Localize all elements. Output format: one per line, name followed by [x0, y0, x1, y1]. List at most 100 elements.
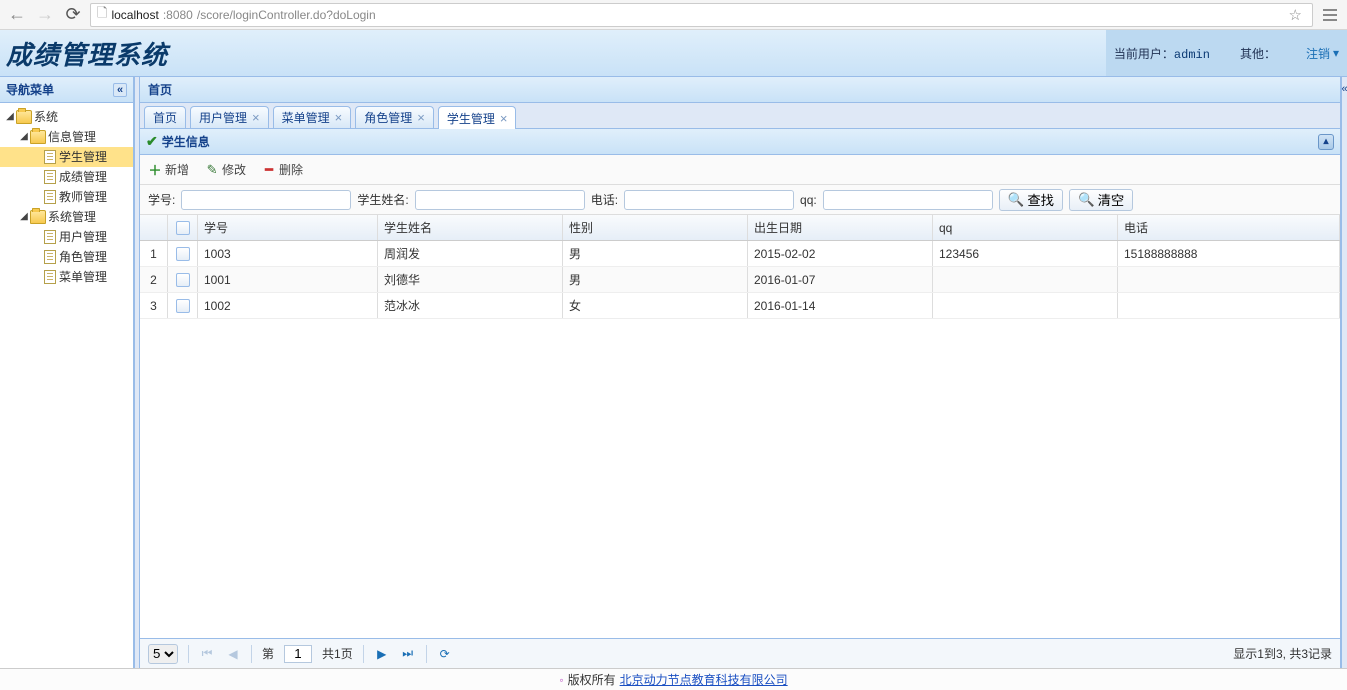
tab-menu-mgmt[interactable]: 菜单管理×	[273, 106, 352, 128]
tree-node-system[interactable]: ◢系统	[0, 107, 133, 127]
expand-icon[interactable]: ◢	[4, 107, 16, 127]
check-icon: ✔	[146, 133, 158, 150]
name-input[interactable]	[415, 190, 585, 210]
col-tel[interactable]: 电话	[1118, 215, 1340, 240]
first-page-button[interactable]: ⏮	[199, 646, 215, 662]
table-row[interactable]: 11003周润发男2015-02-0212345615188888888	[140, 241, 1340, 267]
expand-east-button[interactable]: «	[1341, 77, 1347, 668]
back-button[interactable]: ←	[6, 4, 28, 26]
checkbox-all[interactable]	[176, 221, 190, 235]
tab-student-mgmt[interactable]: 学生管理×	[438, 106, 517, 129]
col-birth[interactable]: 出生日期	[748, 215, 933, 240]
browser-toolbar: ← → ⟳ 🗋 localhost:8080/score/loginContro…	[0, 0, 1347, 30]
qq-input[interactable]	[823, 190, 993, 210]
refresh-button[interactable]: ⟳	[437, 646, 453, 662]
file-icon	[44, 170, 56, 184]
close-icon[interactable]: ×	[417, 110, 425, 125]
expand-icon[interactable]: ◢	[18, 127, 30, 147]
col-name[interactable]: 学生姓名	[378, 215, 563, 240]
page-label-prefix: 第	[262, 645, 274, 662]
toolbar: ＋新增 ✎修改 ━删除	[140, 155, 1340, 185]
tree-node-sys-mgmt[interactable]: ◢系统管理	[0, 207, 133, 227]
name-label: 学生姓名:	[357, 191, 408, 208]
sid-input[interactable]	[181, 190, 351, 210]
clear-button[interactable]: 🔍清空	[1069, 189, 1133, 211]
footer-link[interactable]: 北京动力节点教育科技有限公司	[620, 671, 788, 688]
table-row[interactable]: 31002范冰冰女2016-01-14	[140, 293, 1340, 319]
table-row[interactable]: 21001刘德华男2016-01-07	[140, 267, 1340, 293]
cell-checkbox[interactable]	[168, 293, 198, 318]
folder-icon	[16, 110, 32, 124]
logout-link[interactable]: 注销▾	[1306, 45, 1339, 62]
user-area: 当前用户：admin 其他： 注销▾	[1106, 30, 1347, 76]
main-header-title: 首页	[148, 81, 172, 98]
tree-node-score-mgmt[interactable]: 成绩管理	[0, 167, 133, 187]
col-sid[interactable]: 学号	[198, 215, 378, 240]
sidebar: 导航菜单 « ◢系统 ◢信息管理 学生管理 成绩管理 教师管理 ◢系统管理 用户…	[0, 77, 134, 668]
forward-button[interactable]: →	[34, 4, 56, 26]
tree-node-user-mgmt[interactable]: 用户管理	[0, 227, 133, 247]
tab-role-mgmt[interactable]: 角色管理×	[355, 106, 434, 128]
close-icon[interactable]: ×	[500, 111, 508, 126]
cell-name: 范冰冰	[378, 293, 563, 318]
folder-icon	[30, 210, 46, 224]
page-input[interactable]	[284, 645, 312, 663]
cell-tel	[1118, 267, 1340, 292]
cell-tel: 15188888888	[1118, 241, 1340, 266]
plus-icon: ＋	[148, 163, 162, 177]
bookmark-icon[interactable]: ☆	[1285, 6, 1306, 24]
cell-checkbox[interactable]	[168, 267, 198, 292]
cell-sid: 1001	[198, 267, 378, 292]
add-button[interactable]: ＋新增	[148, 161, 189, 178]
search-button[interactable]: 🔍查找	[999, 189, 1063, 211]
tree-node-role-mgmt[interactable]: 角色管理	[0, 247, 133, 267]
cell-sex: 女	[563, 293, 748, 318]
reload-button[interactable]: ⟳	[62, 4, 84, 26]
tab-user-mgmt[interactable]: 用户管理×	[190, 106, 269, 128]
tab-home[interactable]: 首页	[144, 106, 186, 128]
chevron-down-icon: ▾	[1333, 46, 1339, 60]
sidebar-collapse-button[interactable]: «	[113, 83, 127, 97]
close-icon[interactable]: ×	[252, 110, 260, 125]
cell-birth: 2015-02-02	[748, 241, 933, 266]
chrome-menu-icon[interactable]	[1319, 4, 1341, 26]
cell-checkbox[interactable]	[168, 241, 198, 266]
tree-node-info-mgmt[interactable]: ◢信息管理	[0, 127, 133, 147]
row-checkbox[interactable]	[176, 247, 190, 261]
data-grid: 学号 学生姓名 性别 出生日期 qq 电话 11003周润发男2015-02-0…	[140, 215, 1340, 638]
tree-node-teacher-mgmt[interactable]: 教师管理	[0, 187, 133, 207]
cell-birth: 2016-01-14	[748, 293, 933, 318]
address-bar[interactable]: 🗋 localhost:8080/score/loginController.d…	[90, 3, 1313, 27]
cell-rownum: 3	[140, 293, 168, 318]
panel-collapse-button[interactable]: ▴	[1318, 134, 1334, 150]
last-page-button[interactable]: ⏭	[400, 646, 416, 662]
prev-page-button[interactable]: ◀	[225, 646, 241, 662]
url-host: localhost	[111, 8, 158, 22]
col-sex[interactable]: 性别	[563, 215, 748, 240]
col-qq[interactable]: qq	[933, 215, 1118, 240]
current-user-value: admin	[1174, 48, 1210, 62]
tree-node-menu-mgmt[interactable]: 菜单管理	[0, 267, 133, 287]
cell-qq	[933, 267, 1118, 292]
panel-title-bar: ✔学生信息 ▴	[140, 129, 1340, 155]
current-user-label: 当前用户：	[1114, 47, 1174, 61]
col-rownum	[140, 215, 168, 240]
tab-strip: 首页 用户管理× 菜单管理× 角色管理× 学生管理×	[140, 103, 1340, 129]
close-icon[interactable]: ×	[335, 110, 343, 125]
grid-header: 学号 学生姓名 性别 出生日期 qq 电话	[140, 215, 1340, 241]
page-icon: 🗋	[97, 4, 107, 26]
sid-label: 学号:	[148, 191, 175, 208]
row-checkbox[interactable]	[176, 273, 190, 287]
cell-birth: 2016-01-07	[748, 267, 933, 292]
expand-icon[interactable]: ◢	[18, 207, 30, 227]
tree-node-student-mgmt[interactable]: 学生管理	[0, 147, 133, 167]
delete-button[interactable]: ━删除	[262, 161, 303, 178]
cell-qq	[933, 293, 1118, 318]
search-bar: 学号: 学生姓名: 电话: qq: 🔍查找 🔍清空	[140, 185, 1340, 215]
col-checkbox[interactable]	[168, 215, 198, 240]
edit-button[interactable]: ✎修改	[205, 161, 246, 178]
next-page-button[interactable]: ▶	[374, 646, 390, 662]
row-checkbox[interactable]	[176, 299, 190, 313]
page-size-select[interactable]: 5	[148, 644, 178, 664]
tel-input[interactable]	[624, 190, 794, 210]
